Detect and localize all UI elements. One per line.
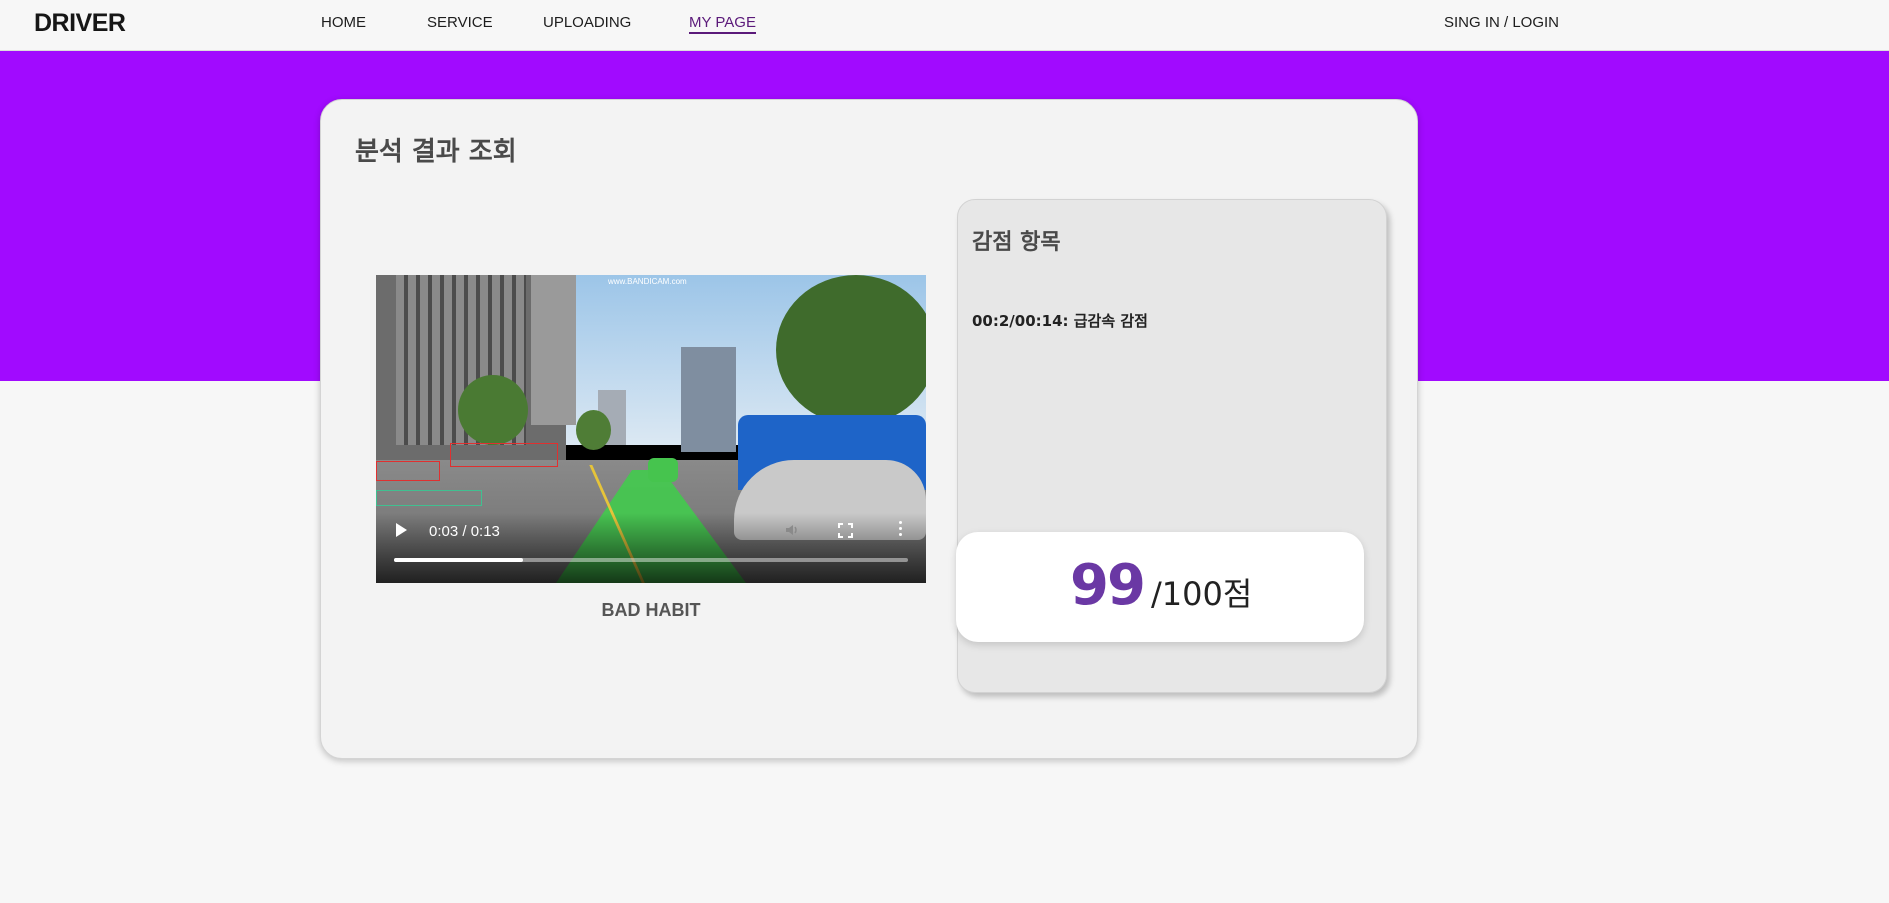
analysis-result-card: 분석 결과 조회 www.BANDICAM.com 0:03 / 0:13 BA… [320, 99, 1418, 759]
fullscreen-icon[interactable] [838, 523, 853, 538]
score-box: 99 /100점 [956, 532, 1364, 642]
score-suffix: /100점 [1151, 575, 1253, 613]
nav-uploading[interactable]: UPLOADING [543, 14, 631, 31]
nav-service[interactable]: SERVICE [427, 14, 493, 31]
detection-box [450, 443, 558, 467]
volume-icon[interactable] [784, 522, 800, 538]
deduction-panel: 감점 항목 00:2/00:14: 급감속 감점 99 /100점 [956, 199, 1387, 693]
video-frame-detected-car [648, 458, 678, 482]
page-title: 분석 결과 조회 [355, 137, 517, 167]
detection-box [376, 490, 482, 506]
video-frame-tree [576, 410, 611, 450]
video-watermark: www.BANDICAM.com [608, 277, 687, 286]
video-player[interactable]: www.BANDICAM.com 0:03 / 0:13 [376, 275, 926, 583]
deduction-panel-title: 감점 항목 [972, 230, 1061, 255]
sign-in-login-link[interactable]: SING IN / LOGIN [1444, 14, 1559, 31]
video-frame-tree [776, 275, 926, 425]
video-caption: BAD HABIT [601, 600, 701, 620]
top-navigation-bar: DRIVER HOME SERVICE UPLOADING MY PAGE SI… [0, 0, 1889, 51]
video-progress-bar[interactable] [394, 558, 908, 562]
video-frame-tree [458, 375, 528, 445]
site-logo[interactable]: DRIVER [34, 9, 126, 38]
play-icon[interactable] [396, 523, 407, 537]
active-nav-underline [689, 32, 756, 34]
score-value: 99 [1070, 553, 1146, 618]
nav-my-page-label: MY PAGE [689, 14, 756, 31]
video-time-display: 0:03 / 0:13 [429, 523, 500, 540]
nav-my-page[interactable]: MY PAGE [689, 14, 756, 34]
detection-box [376, 461, 440, 481]
video-frame-building [531, 275, 576, 425]
deduction-item: 00:2/00:14: 급감속 감점 [972, 312, 1148, 330]
video-frame-building [681, 347, 736, 452]
nav-home[interactable]: HOME [321, 14, 366, 31]
video-progress-fill [394, 558, 523, 562]
more-options-icon[interactable] [897, 521, 903, 539]
